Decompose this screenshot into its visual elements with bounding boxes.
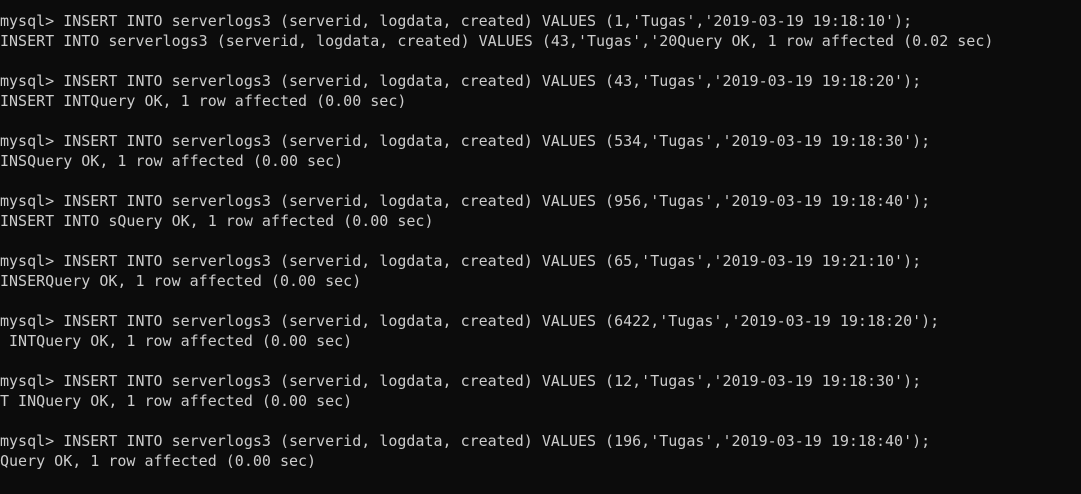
terminal-line: mysql> INSERT INTO serverlogs3 (serverid… [0,132,931,150]
terminal-line: INSERT INTQuery OK, 1 row affected (0.00… [0,92,407,110]
terminal-line: INTQuery OK, 1 row affected (0.00 sec) [0,332,353,350]
terminal-line: mysql> INSERT INTO serverlogs3 (serverid… [0,372,922,390]
terminal-line: INSERQuery OK, 1 row affected (0.00 sec) [0,272,362,290]
terminal-line: mysql> INSERT INTO serverlogs3 (serverid… [0,12,913,30]
terminal-line: mysql> INSERT INTO serverlogs3 (serverid… [0,192,931,210]
terminal-line: mysql> INSERT INTO serverlogs3 (serverid… [0,72,922,90]
terminal-line: mysql> INSERT INTO serverlogs3 (serverid… [0,312,940,330]
terminal-line: Query OK, 1 row affected (0.00 sec) [0,452,317,470]
terminal-line: mysql> INSERT INTO serverlogs3 (serverid… [0,252,922,270]
terminal-line: INSERT INTO serverlogs3 (serverid, logda… [0,32,994,50]
terminal-line: mysql> INSERT INTO serverlogs3 (serverid… [0,432,931,450]
terminal-window[interactable]: mysql> INSERT INTO serverlogs3 (serverid… [0,0,1081,494]
terminal-line: INSQuery OK, 1 row affected (0.00 sec) [0,152,344,170]
terminal-line: INSERT INTO sQuery OK, 1 row affected (0… [0,212,434,230]
terminal-line: T INQuery OK, 1 row affected (0.00 sec) [0,392,353,410]
